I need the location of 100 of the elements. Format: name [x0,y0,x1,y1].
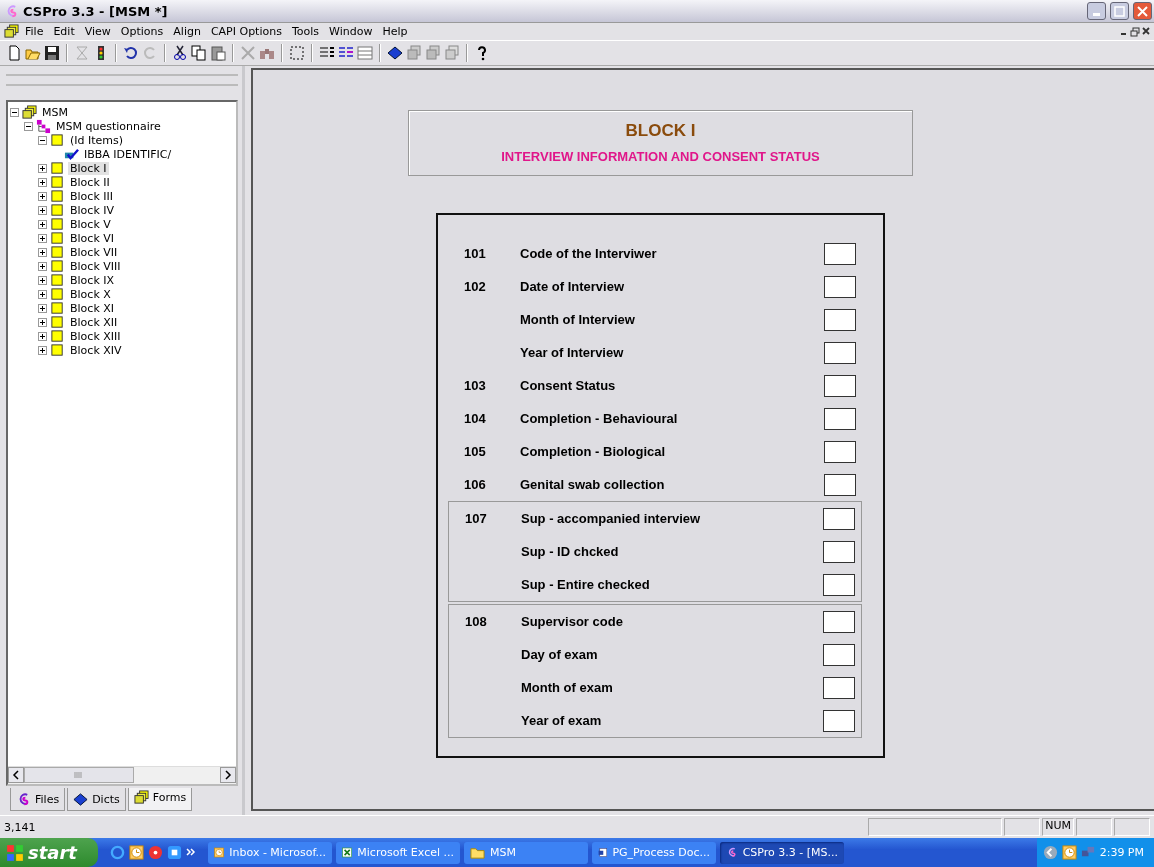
expand-toggle[interactable] [38,205,47,215]
menu-item[interactable]: Window [325,25,377,38]
field-label: Month of exam [521,680,613,695]
input-field[interactable] [824,440,856,463]
input-field[interactable] [823,676,855,699]
field-label: Sup - Entire checked [521,577,650,592]
input-field[interactable] [823,507,855,530]
menu-item[interactable]: CAPI Options [206,25,286,38]
cut-icon[interactable] [172,45,188,61]
input-field[interactable] [823,573,855,596]
splitter-grip[interactable] [6,74,238,86]
close-icon[interactable] [1142,26,1150,35]
collapse-toggle[interactable] [24,121,33,131]
expand-toggle[interactable] [38,191,47,201]
tree-item[interactable]: Block II [68,175,112,189]
input-field[interactable] [823,540,855,563]
menu-item[interactable]: Options [116,25,168,38]
expand-toggle[interactable] [38,233,47,243]
input-field[interactable] [824,473,856,496]
tree-item[interactable]: Block XIII [68,329,123,343]
expand-toggle[interactable] [38,331,47,341]
scroll-right-button[interactable] [220,767,236,783]
taskbar-button[interactable]: PG_Process Doc... [592,841,716,864]
paste-icon[interactable] [210,45,226,61]
input-field[interactable] [824,275,856,298]
collapse-toggle[interactable] [38,135,47,145]
rows-icon[interactable] [357,45,373,61]
tree-item[interactable]: Block V [68,217,113,231]
minimize-button[interactable] [1087,2,1106,20]
menu-item[interactable]: Tools [287,25,324,38]
expand-toggle[interactable] [38,303,47,313]
menu-item[interactable]: Help [378,25,412,38]
expand-toggle[interactable] [38,261,47,271]
taskbar-button[interactable]: Inbox - Microsof... [208,841,332,864]
tree-item[interactable]: Block XIV [68,343,124,357]
selection-icon[interactable] [289,45,305,61]
new-file-icon[interactable] [6,45,22,61]
windows-flag-icon [6,843,24,862]
taskbar-button[interactable]: Microsoft Excel ... [336,841,460,864]
browser-icon[interactable] [110,844,125,860]
app-icon[interactable] [167,844,182,860]
forms-icon[interactable] [4,24,19,39]
menu-item[interactable]: Edit [49,25,79,38]
field-label: Year of Interview [520,345,624,360]
taskbar-button[interactable]: MSM [464,841,588,864]
tree-item[interactable]: MSM [40,105,70,119]
input-field[interactable] [823,643,855,666]
input-field[interactable] [824,308,856,331]
scroll-left-button[interactable] [8,767,24,783]
book-icon [73,791,89,807]
tree-item[interactable]: Block VIII [68,259,123,273]
tree-item[interactable]: IBBA IDENTIFIC/ [82,147,174,161]
panel-tab[interactable]: Files [10,788,66,811]
menu-item[interactable]: File [21,25,48,38]
maximize-button[interactable] [1110,2,1129,20]
panel-tab[interactable]: Dicts [67,788,126,811]
restore-icon[interactable] [1130,26,1140,37]
menu-item[interactable]: View [80,25,115,38]
tree-item[interactable]: Block III [68,189,115,203]
undo-icon[interactable] [123,45,139,61]
tree-item[interactable]: (Id Items) [68,133,126,147]
save-icon[interactable] [44,45,60,61]
tree-item[interactable]: Block I [68,161,109,175]
collapse-toggle[interactable] [10,107,19,117]
tree-item[interactable]: Block XI [68,301,117,315]
input-field[interactable] [824,341,856,364]
scrollbar-thumb[interactable] [24,767,134,783]
field-label: Date of Interview [520,279,625,294]
tree-item[interactable]: Block VII [68,245,120,259]
disc-icon[interactable] [148,844,163,860]
tree-item[interactable]: Block VI [68,231,117,245]
copy-icon[interactable] [191,45,207,61]
menu-item[interactable]: Align [169,25,205,38]
input-field[interactable] [824,374,856,397]
expand-toggle[interactable] [38,345,47,355]
input-field[interactable] [823,709,855,732]
input-field[interactable] [824,407,856,430]
expand-toggle[interactable] [38,289,47,299]
tree-item[interactable]: Block IX [68,273,117,287]
close-button[interactable] [1133,2,1152,20]
record-icon [50,160,65,176]
expand-toggle[interactable] [38,219,47,229]
expand-toggle[interactable] [38,247,47,257]
forms-icon [133,790,149,805]
book-icon[interactable] [387,45,403,61]
tree-item[interactable]: Block XII [68,315,120,329]
expand-toggle[interactable] [38,163,47,173]
tree-item[interactable]: Block X [68,287,113,301]
record-icon [50,272,65,288]
start-button[interactable]: start [0,838,98,867]
expand-toggle[interactable] [38,275,47,285]
expand-toggle[interactable] [38,177,47,187]
panel-tab[interactable]: Forms [127,788,193,811]
taskbar-button[interactable]: CSPro 3.3 - [MS... [720,841,844,864]
tree-item[interactable]: Block IV [68,203,117,217]
expand-toggle[interactable] [38,317,47,327]
input-field[interactable] [823,610,855,633]
tree-item[interactable]: MSM questionnaire [54,119,163,133]
input-field[interactable] [824,242,856,265]
form-title: BLOCK I [625,121,696,141]
